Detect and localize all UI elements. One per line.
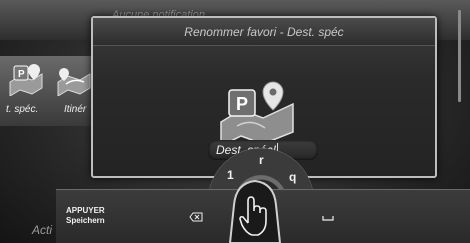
speller-char[interactable]: r (259, 153, 264, 167)
action-line-2: Speichern (66, 216, 105, 225)
screen: Aucune notification P t. spéc. Itinér Ac… (0, 0, 470, 243)
route-map-icon[interactable] (56, 62, 92, 96)
speller-char[interactable]: q (289, 170, 296, 184)
dialog-title: Renommer favori - Dest. spéc (184, 25, 344, 39)
svg-text:P: P (236, 94, 248, 114)
background-bottom-text: Acti (32, 223, 53, 237)
favorite-route-label: Itinér (64, 104, 87, 115)
backspace-icon[interactable] (189, 212, 203, 222)
touch-finger-icon (228, 179, 282, 243)
space-icon[interactable] (322, 214, 334, 222)
svg-text:P: P (18, 69, 25, 80)
favorite-dest-label: t. spéc. (6, 104, 39, 115)
save-action-label[interactable]: APPUYER Speichern (66, 206, 105, 226)
parking-map-icon: P (220, 81, 294, 148)
scrollbar[interactable] (458, 10, 461, 102)
action-line-1: APPUYER (66, 206, 105, 215)
dialog-title-bar: Renommer favori - Dest. spéc (93, 18, 435, 46)
parking-map-icon[interactable]: P (8, 62, 44, 96)
